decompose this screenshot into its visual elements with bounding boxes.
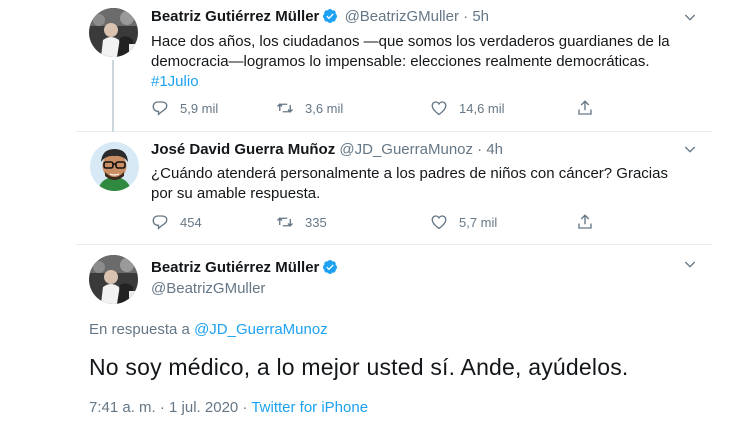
verified-badge-icon [323,9,338,23]
retweet-button[interactable]: 3,6 mil [276,98,343,118]
avatar[interactable] [89,8,138,57]
tweet-text: Hace dos años, los ciudadanos —que somos… [151,32,696,92]
heart-icon [431,215,447,230]
like-button[interactable]: 5,7 mil [430,212,497,232]
author-name[interactable]: Beatriz Gutiérrez Müller [151,8,319,25]
reply-icon [152,101,168,116]
tweet-timestamp[interactable]: 7:41 a. m. · 1 jul. 2020 · [89,399,247,416]
like-count: 14,6 mil [459,100,505,116]
verified-badge-icon [323,260,338,274]
share-icon [578,100,592,115]
share-button[interactable] [576,98,605,118]
chevron-down-icon[interactable] [682,141,698,157]
retweet-count: 3,6 mil [305,100,344,116]
tweet-actions: 454 335 5,7 mil [151,212,671,232]
avatar[interactable] [89,255,138,304]
tweet-text-line: ¿Cuándo atenderá personalmente a los pad… [151,165,668,182]
reply-context: En respuesta a @JD_GuerraMunoz [89,321,328,338]
author-name-row: Beatriz Gutiérrez Müller [151,259,340,276]
author-handle[interactable]: @BeatrizGMuller [151,280,265,297]
retweet-button[interactable]: 335 [276,212,327,232]
chevron-down-icon[interactable] [682,9,698,25]
like-button[interactable]: 14,6 mil [430,98,505,118]
tweet-focused[interactable]: Beatriz Gutiérrez Müller @BeatrizGMuller… [76,245,712,422]
share-icon [578,214,592,229]
tweet-thread: Beatriz Gutiérrez Müller @BeatrizGMuller… [76,0,712,422]
reply-icon [152,215,168,230]
reply-button[interactable]: 454 [151,212,202,232]
tweet-text-line: democracia—logramos lo impensable: elecc… [151,53,650,70]
like-count: 5,7 mil [459,214,498,230]
reply-count: 5,9 mil [180,100,219,116]
retweet-icon [277,103,293,113]
retweet-count: 335 [305,214,327,230]
tweet-time[interactable]: · 4h [477,141,503,158]
author-name[interactable]: Beatriz Gutiérrez Müller [151,259,319,276]
tweet-actions: 5,9 mil 3,6 mil 14,6 mil [151,98,671,118]
retweet-icon [277,217,293,227]
tweet-text-line: por su amable respuesta. [151,185,321,202]
thread-connector [112,60,114,132]
reply-count: 454 [180,214,202,230]
tweet-original[interactable]: Beatriz Gutiérrez Müller @BeatrizGMuller… [76,0,712,132]
tweet-meta: 7:41 a. m. · 1 jul. 2020 · Twitter for i… [89,399,368,416]
heart-icon [431,101,447,116]
tweet-text: No soy médico, a lo mejor usted sí. Ande… [89,354,629,380]
author-name[interactable]: José David Guerra Muñoz [151,141,335,158]
reply-button[interactable]: 5,9 mil [151,98,218,118]
author-handle[interactable]: @JD_GuerraMunoz [339,141,473,158]
hashtag-link[interactable]: #1Julio [151,72,696,92]
tweet-source-link[interactable]: Twitter for iPhone [251,399,368,416]
reply-prefix: En respuesta a [89,321,190,338]
tweet-reply[interactable]: José David Guerra Muñoz @JD_GuerraMunoz … [76,132,712,245]
tweet-header: José David Guerra Muñoz @JD_GuerraMunoz … [151,141,503,158]
tweet-time[interactable]: · 5h [463,8,489,25]
tweet-text: ¿Cuándo atenderá personalmente a los pad… [151,164,696,204]
author-handle[interactable]: @BeatrizGMuller [345,8,459,25]
chevron-down-icon[interactable] [682,256,698,272]
share-button[interactable] [576,212,605,232]
tweet-header: Beatriz Gutiérrez Müller @BeatrizGMuller… [151,8,489,25]
avatar[interactable] [90,142,139,191]
tweet-text-line: Hace dos años, los ciudadanos —que somos… [151,33,670,50]
reply-mention-link[interactable]: @JD_GuerraMunoz [194,321,328,338]
